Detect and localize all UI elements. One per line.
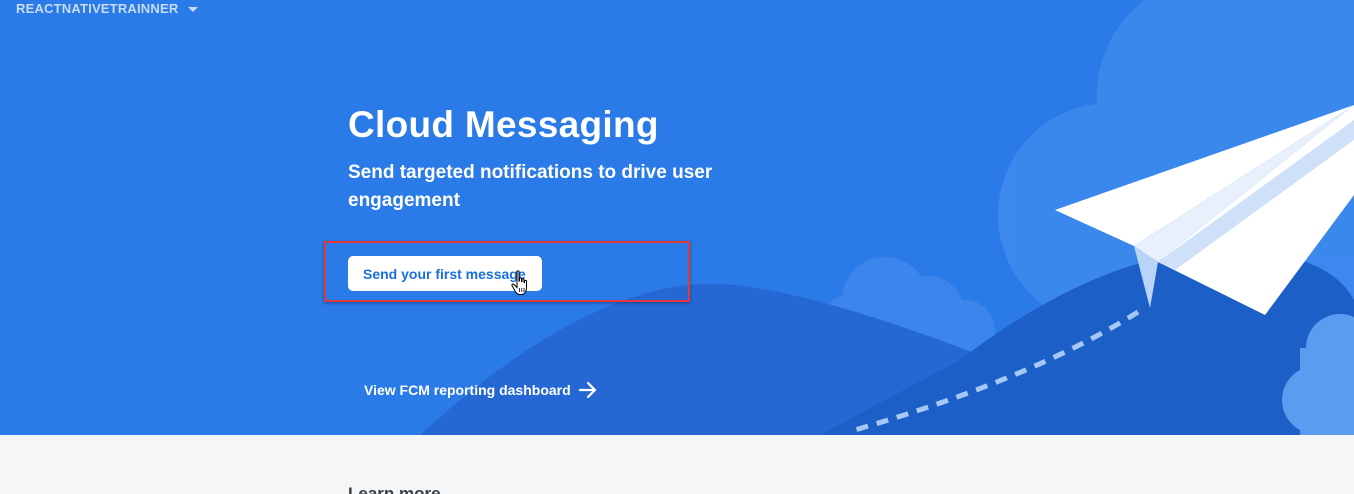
caret-down-icon [188,6,199,12]
page-title: Cloud Messaging [348,104,659,145]
learn-more-heading: Learn more [348,484,441,494]
project-switcher[interactable]: REACTNATIVETRAINNER [16,0,199,16]
hero-illustration [420,0,1354,435]
page-subtitle: Send targeted notifications to drive use… [348,162,713,211]
page: REACTNATIVETRAINNER Cloud Messaging Send… [0,0,1354,494]
arrow-right-icon [578,382,596,398]
report-link-label: View FCM reporting dashboard [364,382,571,398]
project-name: REACTNATIVETRAINNER [16,0,179,16]
hand-pointer-icon [511,270,527,295]
fcm-reporting-dashboard-link[interactable]: View FCM reporting dashboard [364,382,597,398]
hero-banner: REACTNATIVETRAINNER Cloud Messaging Send… [0,0,1354,435]
